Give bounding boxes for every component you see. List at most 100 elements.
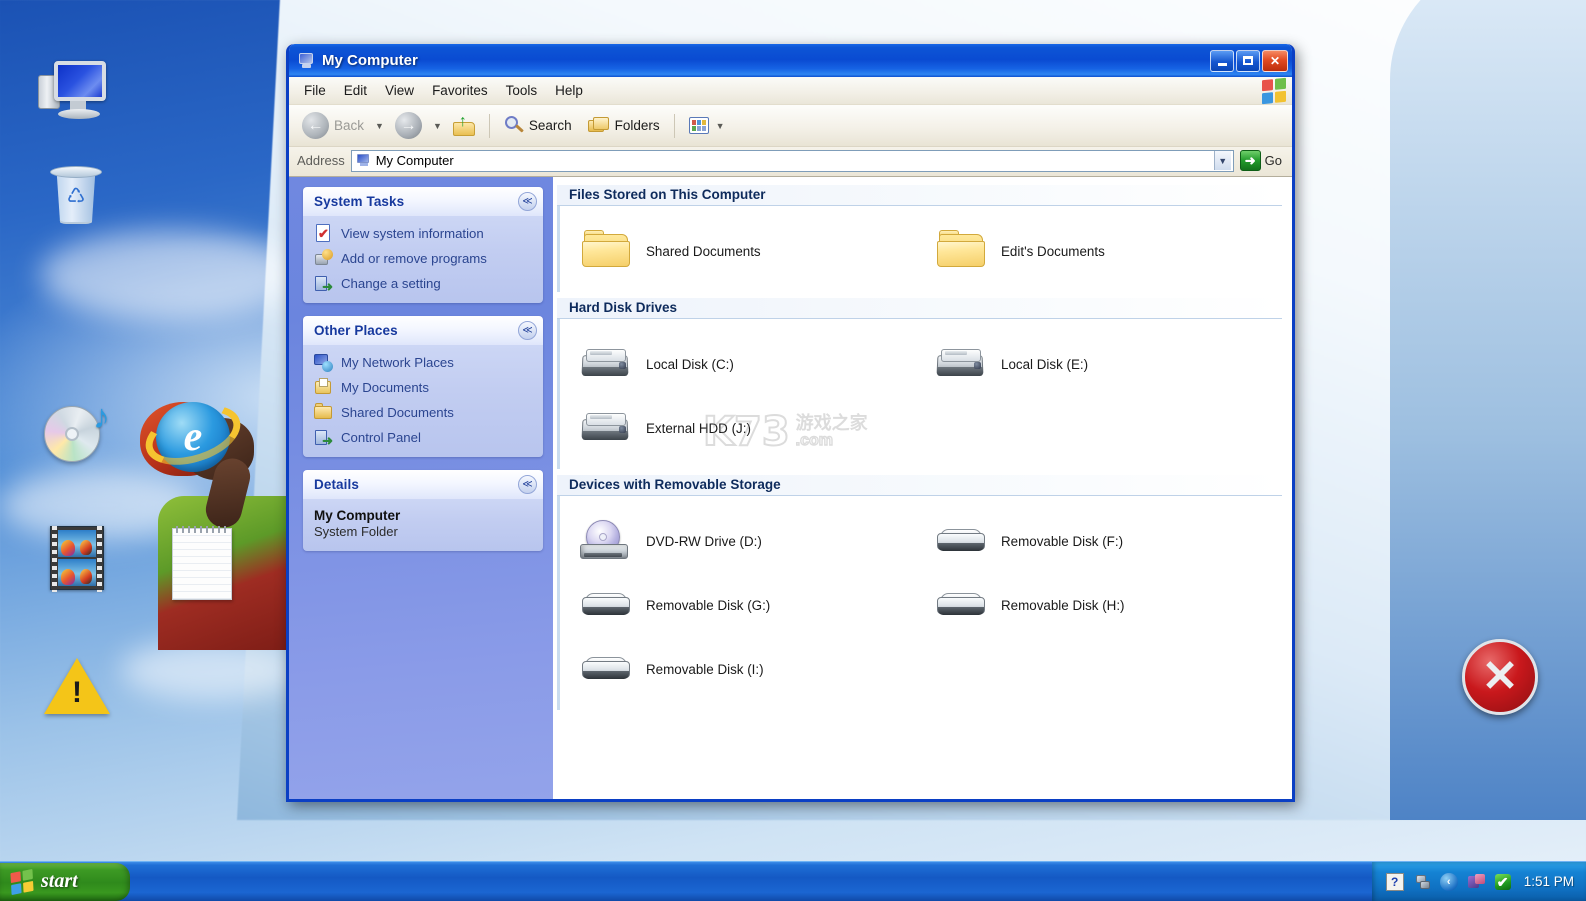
my-documents-icon: [314, 378, 333, 397]
change-setting-icon: ➜: [314, 274, 333, 293]
exclamation-mark-icon: !: [40, 678, 114, 708]
my-computer-icon: [297, 52, 315, 70]
film-strip-desktop-icon[interactable]: [40, 522, 114, 596]
window-title-bar[interactable]: My Computer ✕: [289, 44, 1292, 77]
system-tasks-header[interactable]: System Tasks ≪: [303, 187, 543, 216]
list-item[interactable]: Local Disk (C:): [572, 335, 927, 399]
security-shield-tray-icon[interactable]: ‹: [1440, 873, 1458, 891]
removable-disk-icon: [933, 584, 989, 626]
chevron-up-icon[interactable]: ≪: [518, 321, 537, 340]
safe-check-tray-icon[interactable]: ✔: [1494, 873, 1512, 891]
list-item-label: External HDD (J:): [646, 421, 751, 436]
other-places-title: Other Places: [314, 323, 398, 338]
notepad-desktop-icon[interactable]: [172, 528, 232, 600]
media-cd-desktop-icon[interactable]: ♪: [38, 398, 112, 472]
menu-item-tools[interactable]: Tools: [497, 80, 547, 101]
my-computer-desktop-icon[interactable]: [36, 55, 110, 129]
file-list-pane[interactable]: Files Stored on This Computer Shared Doc…: [553, 177, 1292, 799]
list-item[interactable]: External HDD (J:): [572, 399, 927, 463]
details-item-type: System Folder: [314, 524, 534, 539]
hard-disk-icon: [933, 343, 989, 385]
sidebar-item-shared-documents[interactable]: Shared Documents: [314, 403, 534, 422]
back-arrow-icon: ←: [302, 112, 329, 139]
taskbar: start ? ‹ ✔ 1:51 PM: [0, 861, 1586, 901]
recycle-bin-desktop-icon[interactable]: ♺: [38, 160, 112, 234]
start-button[interactable]: start: [0, 863, 130, 901]
sidebar-item-my-network-places[interactable]: My Network Places: [314, 353, 534, 372]
address-dropdown-chevron-icon[interactable]: ▼: [1214, 151, 1231, 170]
list-item[interactable]: Removable Disk (G:): [572, 576, 927, 640]
list-item-label: Removable Disk (F:): [1001, 534, 1123, 549]
menu-item-favorites[interactable]: Favorites: [423, 80, 497, 101]
go-button[interactable]: ➜ Go: [1240, 150, 1286, 171]
shared-documents-icon: [314, 403, 333, 422]
menu-item-help[interactable]: Help: [546, 80, 592, 101]
list-item-label: Local Disk (E:): [1001, 357, 1088, 372]
views-button[interactable]: ▼: [682, 113, 734, 138]
monitor-screen-shape: [54, 61, 106, 101]
recycle-symbol-icon: ♺: [64, 186, 88, 208]
list-item-label: Removable Disk (G:): [646, 598, 770, 613]
system-tasks-title: System Tasks: [314, 194, 404, 209]
film-perforations-left: [52, 526, 57, 592]
system-info-icon: ✔: [314, 224, 333, 243]
minimize-button[interactable]: [1210, 50, 1234, 72]
views-dropdown-caret-icon[interactable]: ▼: [714, 121, 727, 131]
my-computer-window: My Computer ✕ File Edit View Favorites T…: [286, 44, 1295, 802]
back-button-label: Back: [334, 118, 364, 133]
sidebar-item-label: My Network Places: [341, 355, 454, 370]
list-item[interactable]: Edit's Documents: [927, 222, 1282, 286]
chevron-up-icon[interactable]: ≪: [518, 475, 537, 494]
menu-item-file[interactable]: File: [295, 80, 335, 101]
list-item[interactable]: Removable Disk (H:): [927, 576, 1282, 640]
network-places-icon: [314, 353, 333, 372]
group-heading: Devices with Removable Storage: [557, 475, 1282, 496]
menu-item-view[interactable]: View: [376, 80, 423, 101]
sidebar-item-view-system-information[interactable]: ✔ View system information: [314, 224, 534, 243]
list-item-label: Local Disk (C:): [646, 357, 734, 372]
chevron-up-icon[interactable]: ≪: [518, 192, 537, 211]
warning-desktop-icon[interactable]: !: [40, 648, 114, 722]
list-item[interactable]: DVD-RW Drive (D:): [572, 512, 927, 576]
other-places-panel: Other Places ≪ My Network Places My Docu…: [303, 316, 543, 457]
sidebar-item-label: Add or remove programs: [341, 251, 487, 266]
sidebar-item-change-a-setting[interactable]: ➜ Change a setting: [314, 274, 534, 293]
close-overlay-button[interactable]: ✕: [1462, 639, 1538, 715]
sidebar-item-my-documents[interactable]: My Documents: [314, 378, 534, 397]
antivirus-tray-icon[interactable]: [1467, 873, 1485, 891]
close-button[interactable]: ✕: [1262, 50, 1288, 72]
details-body: My Computer System Folder: [303, 499, 543, 551]
control-panel-icon: ➜: [314, 428, 333, 447]
taskbar-clock[interactable]: 1:51 PM: [1524, 874, 1574, 889]
back-button[interactable]: ← Back: [295, 108, 371, 143]
help-tray-icon[interactable]: ?: [1386, 873, 1404, 891]
list-item[interactable]: Removable Disk (I:): [572, 640, 927, 704]
folders-button-label: Folders: [615, 118, 660, 133]
menu-item-edit[interactable]: Edit: [335, 80, 376, 101]
search-button-label: Search: [529, 118, 572, 133]
folders-icon: [588, 117, 610, 135]
film-perforations-right: [97, 526, 102, 592]
up-button[interactable]: ↑: [446, 112, 482, 140]
menu-bar: File Edit View Favorites Tools Help: [289, 77, 1292, 105]
forward-button[interactable]: →: [388, 108, 429, 143]
sidebar-item-add-or-remove-programs[interactable]: Add or remove programs: [314, 249, 534, 268]
network-tray-icon[interactable]: [1413, 873, 1431, 891]
views-icon: [689, 117, 709, 134]
back-dropdown-caret-icon[interactable]: ▼: [373, 121, 386, 131]
maximize-button[interactable]: [1236, 50, 1260, 72]
add-remove-programs-icon: [314, 249, 333, 268]
search-button[interactable]: Search: [497, 112, 579, 140]
list-item[interactable]: Local Disk (E:): [927, 335, 1282, 399]
folders-button[interactable]: Folders: [581, 113, 667, 139]
list-item[interactable]: Removable Disk (F:): [927, 512, 1282, 576]
address-input[interactable]: My Computer ▼: [351, 150, 1234, 172]
details-header[interactable]: Details ≪: [303, 470, 543, 499]
dvd-drive-icon: [578, 520, 634, 562]
sidebar-item-control-panel[interactable]: ➜ Control Panel: [314, 428, 534, 447]
toolbar-separator: [489, 114, 490, 138]
list-item[interactable]: Shared Documents: [572, 222, 927, 286]
other-places-header[interactable]: Other Places ≪: [303, 316, 543, 345]
forward-dropdown-caret-icon[interactable]: ▼: [431, 121, 444, 131]
sidebar-item-label: View system information: [341, 226, 484, 241]
